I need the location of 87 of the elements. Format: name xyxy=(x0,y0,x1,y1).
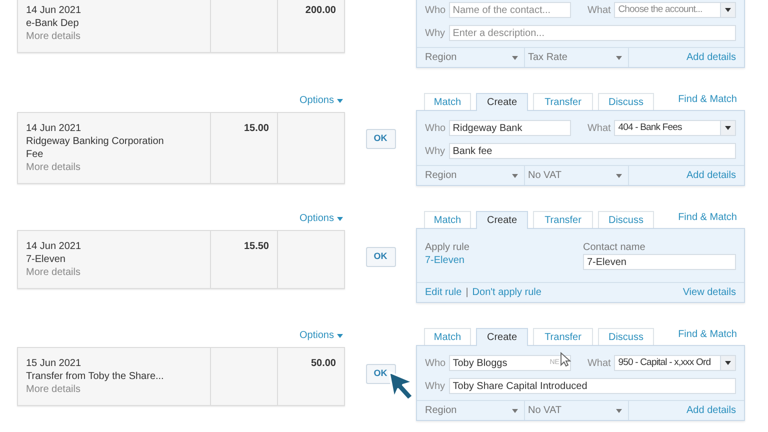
who-field[interactable]: Ridgeway Bank xyxy=(448,120,572,136)
transaction-description: 7-Eleven xyxy=(26,253,66,266)
tax-rate-dropdown[interactable]: No VAT xyxy=(525,401,629,420)
transaction-description: Ridgeway Banking Corporation xyxy=(26,135,165,148)
transaction-description: e-Bank Dep xyxy=(26,17,80,30)
transaction-date: 15 Jun 2021 xyxy=(26,357,82,370)
find-match-link[interactable]: Find & Match xyxy=(678,92,737,107)
why-field[interactable]: Toby Share Capital Introduced xyxy=(448,378,736,394)
add-details-link[interactable]: Add details xyxy=(686,168,736,183)
view-details-link[interactable]: View details xyxy=(682,285,736,300)
who-label: Who xyxy=(425,4,447,18)
caret-icon xyxy=(616,408,622,412)
dropdown-button[interactable] xyxy=(720,356,735,370)
options-menu[interactable]: Options xyxy=(300,211,343,226)
caret-icon xyxy=(512,174,518,178)
what-label: What xyxy=(587,4,612,18)
edit-rule-link[interactable]: Edit rule xyxy=(425,285,462,300)
who-field[interactable]: Name of the contact... xyxy=(448,2,572,18)
transaction-date: 14 Jun 2021 xyxy=(26,240,82,253)
find-match-link[interactable]: Find & Match xyxy=(678,327,737,342)
why-label: Why xyxy=(425,144,446,158)
why-field[interactable]: Enter a description... xyxy=(448,25,736,41)
panel-tab[interactable]: Create xyxy=(476,328,528,346)
what-label: What xyxy=(587,356,612,370)
transaction-date: 14 Jun 2021 xyxy=(26,4,82,17)
ok-button[interactable]: OK xyxy=(366,129,396,149)
panel-tab[interactable]: Discuss xyxy=(598,93,654,110)
dropdown-button[interactable] xyxy=(720,3,735,17)
panel-tab[interactable]: Transfer xyxy=(533,211,593,228)
caret-icon xyxy=(337,334,343,338)
account-dropdown[interactable]: 404 - Bank Fees xyxy=(614,120,736,136)
find-match-link[interactable]: Find & Match xyxy=(678,210,737,225)
dropdown-button[interactable] xyxy=(720,121,735,135)
panel-tab[interactable]: Discuss xyxy=(598,328,654,345)
spent-amount: 15.00 xyxy=(244,122,269,134)
panel-tab[interactable]: Create xyxy=(476,211,528,229)
caret-icon xyxy=(616,174,622,178)
add-details-link[interactable]: Add details xyxy=(686,403,736,418)
who-label: Who xyxy=(425,356,447,370)
apply-rule-label: Apply rule xyxy=(425,241,470,254)
received-amount: 50.00 xyxy=(310,357,336,369)
tax-rate-dropdown[interactable]: Tax Rate xyxy=(525,48,629,67)
caret-icon xyxy=(512,408,518,412)
why-field[interactable]: Bank fee xyxy=(448,143,736,159)
region-dropdown[interactable]: Region xyxy=(417,166,525,185)
more-details-link[interactable]: More details xyxy=(26,266,80,279)
dont-apply-rule-link[interactable]: Don't apply rule xyxy=(472,285,542,300)
caret-icon xyxy=(725,126,731,130)
received-amount: 200.00 xyxy=(305,4,336,16)
caret-icon xyxy=(725,361,731,365)
spent-amount: 15.50 xyxy=(244,240,269,252)
options-menu[interactable]: Options xyxy=(300,93,343,108)
caret-icon xyxy=(616,56,622,60)
account-dropdown[interactable]: 950 - Capital - x,xxx Ord xyxy=(614,355,736,371)
what-label: What xyxy=(587,122,612,136)
panel-tab[interactable]: Discuss xyxy=(598,211,654,228)
caret-icon xyxy=(512,56,518,60)
transaction-description: Transfer from Toby the Share... xyxy=(26,370,165,383)
account-dropdown[interactable]: Choose the account... xyxy=(614,2,736,18)
tax-rate-dropdown[interactable]: No VAT xyxy=(525,166,629,185)
caret-icon xyxy=(725,8,731,12)
panel-tab[interactable]: Match xyxy=(424,211,471,228)
options-menu[interactable]: Options xyxy=(300,328,343,343)
why-label: Why xyxy=(425,26,446,40)
panel-tab[interactable]: Create xyxy=(476,93,528,111)
why-label: Why xyxy=(425,380,446,394)
more-details-link[interactable]: More details xyxy=(26,161,80,174)
contact-name-label: Contact name xyxy=(583,241,646,254)
more-details-link[interactable]: More details xyxy=(26,383,80,396)
panel-tab[interactable]: Match xyxy=(424,328,471,345)
ok-button[interactable]: OK xyxy=(366,247,396,267)
panel-tab[interactable]: Transfer xyxy=(533,328,593,345)
caret-icon xyxy=(337,98,343,102)
who-label: Who xyxy=(425,122,447,136)
panel-tab[interactable]: Transfer xyxy=(533,93,593,110)
region-dropdown[interactable]: Region xyxy=(417,401,525,420)
panel-tab[interactable]: Match xyxy=(424,93,471,110)
contact-name-field[interactable]: 7-Eleven xyxy=(583,254,736,270)
add-details-link[interactable]: Add details xyxy=(686,50,736,65)
rule-link[interactable]: 7-Eleven xyxy=(425,254,464,267)
separator-text: | xyxy=(466,286,468,300)
caret-icon xyxy=(337,216,343,220)
transaction-date: 14 Jun 2021 xyxy=(26,122,82,135)
pointer-cursor-icon xyxy=(560,352,572,367)
region-dropdown[interactable]: Region xyxy=(417,48,525,67)
transaction-description: Fee xyxy=(26,148,44,161)
more-details-link[interactable]: More details xyxy=(26,30,80,43)
